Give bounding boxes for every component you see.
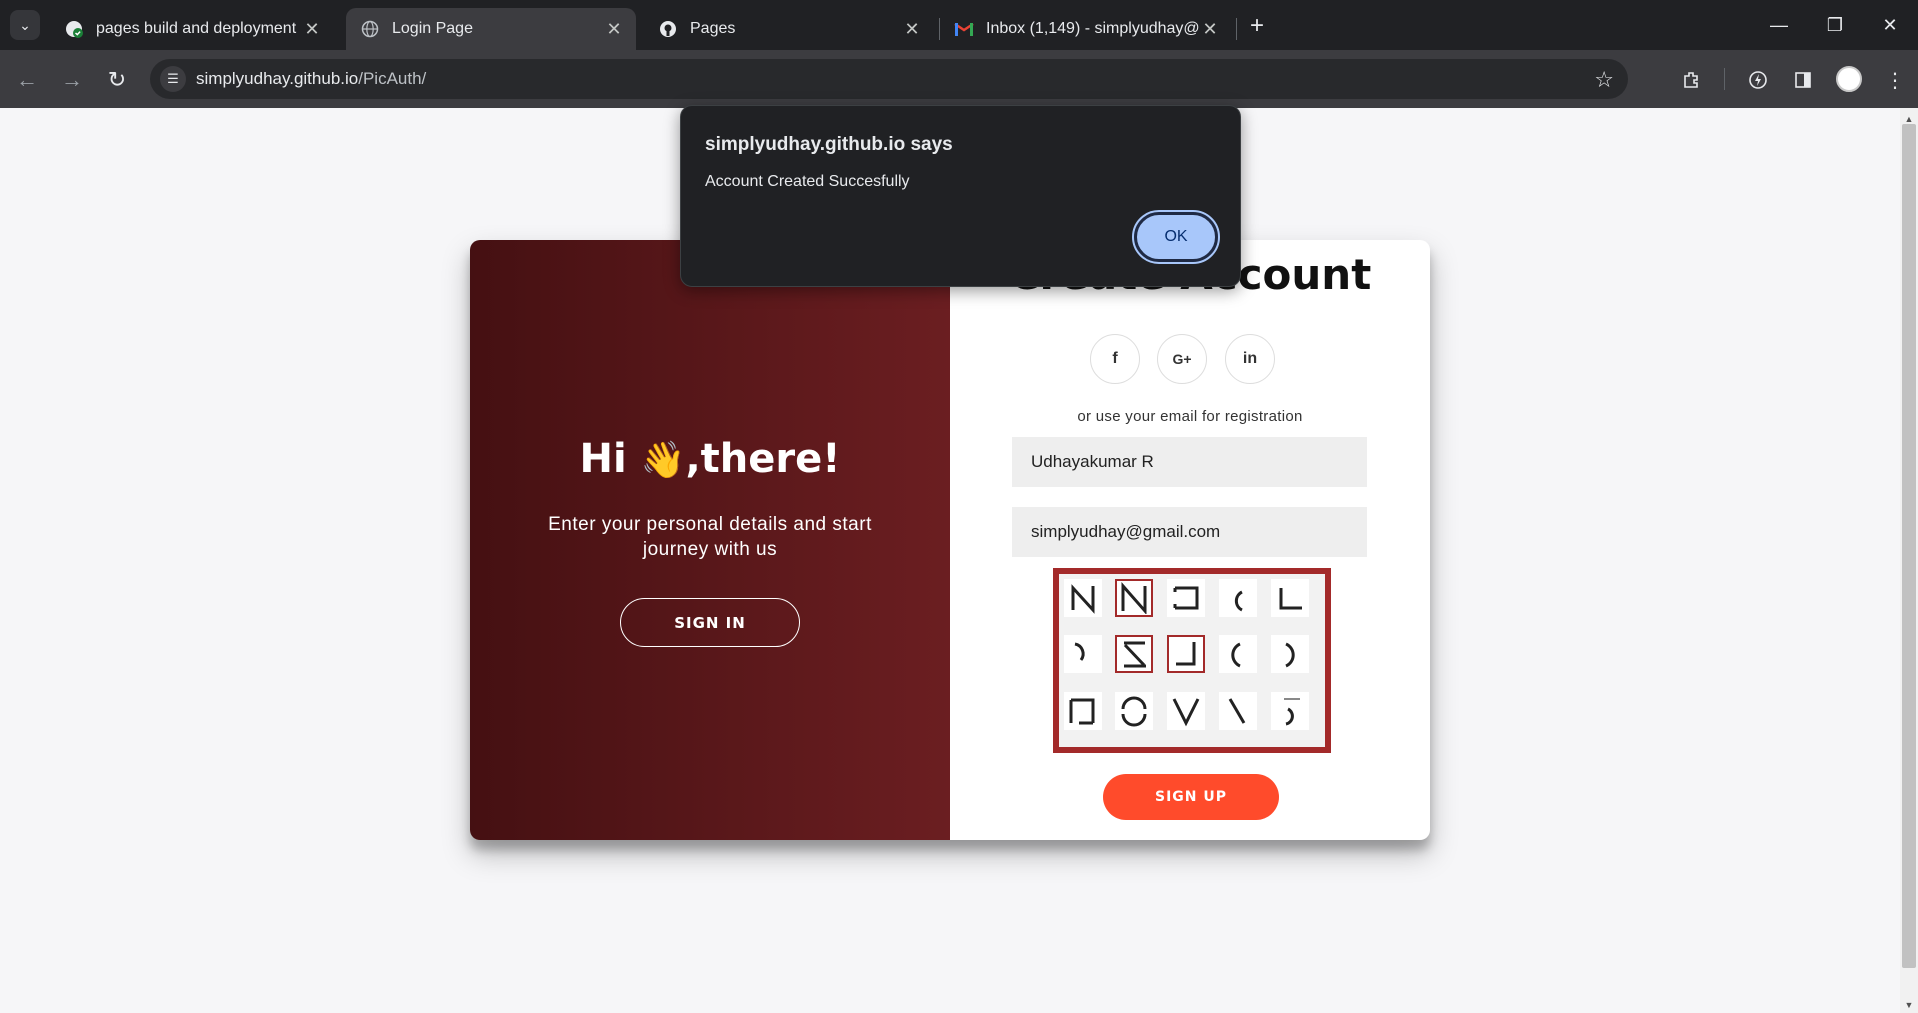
grid-cell-2[interactable] [1115,579,1153,617]
bookmark-star-icon[interactable]: ☆ [1594,67,1614,93]
forward-arrow-icon: → [61,67,83,92]
new-tab-button[interactable]: + [1243,12,1271,40]
menu-kebab-icon[interactable]: ⋮ [1880,65,1910,95]
google-plus-icon: G+ [1172,351,1192,367]
plus-icon: + [1249,12,1264,39]
grid-cell-6[interactable] [1064,635,1102,673]
grid-cell-14[interactable] [1219,692,1257,730]
close-window-button[interactable]: ✕ [1873,10,1907,40]
grid-cell-4[interactable] [1219,579,1257,617]
restore-icon: ❐ [1826,14,1844,35]
reload-button[interactable]: ↻ [102,65,132,95]
grid-cell-10[interactable] [1271,635,1309,673]
chevron-down-icon: ⌄ [19,16,31,33]
gmail-icon [954,19,974,39]
tab-title: Inbox (1,149) - simplyudhay@g [986,20,1200,37]
address-bar[interactable]: ☰ simplyudhay.github.io/PicAuth/ ☆ [150,59,1628,99]
tab-title: Login Page [392,20,473,37]
back-arrow-icon: ← [16,67,38,92]
greeting-heading: Hi 👋,there! [470,436,950,482]
tab-login-page[interactable]: Login Page ✕ [346,8,636,50]
url-host: simplyudhay.github.io [196,69,359,88]
name-field[interactable] [1012,437,1367,487]
minimize-button[interactable]: — [1762,10,1796,40]
side-panel-icon[interactable] [1788,65,1818,95]
close-icon[interactable]: ✕ [902,19,922,40]
github-icon [658,19,678,39]
tab-gmail-inbox[interactable]: Inbox (1,149) - simplyudhay@g ✕ [940,8,1232,50]
minimize-icon: — [1770,14,1788,35]
close-icon[interactable]: ✕ [604,19,624,40]
ok-button[interactable]: OK [1132,210,1220,264]
grid-cell-1[interactable] [1064,579,1102,617]
scroll-up-icon[interactable]: ▲ [1903,114,1915,124]
scrollbar-thumb[interactable] [1902,124,1916,968]
email-field[interactable] [1012,507,1367,557]
tab-title: pages build and deployment · S [96,20,302,37]
facebook-button[interactable]: f [1090,334,1140,384]
greeting-hi: Hi [579,436,627,482]
tab-separator [1236,18,1237,40]
restore-button[interactable]: ❐ [1818,10,1852,40]
grid-cell-12[interactable] [1115,692,1153,730]
auth-card: Hi 👋,there! Enter your personal details … [470,240,1430,840]
welcome-panel: Hi 👋,there! Enter your personal details … [470,240,950,840]
tab-search-button[interactable]: ⌄ [10,10,40,40]
alert-dialog: simplyudhay.github.io says Account Creat… [680,105,1241,287]
linkedin-button[interactable]: in [1225,334,1275,384]
scroll-down-icon[interactable]: ▼ [1903,1000,1915,1010]
dialog-message: Account Created Succesfully [705,173,910,190]
performance-icon[interactable] [1743,65,1773,95]
site-info-button[interactable]: ☰ [160,66,186,92]
url-text[interactable]: simplyudhay.github.io/PicAuth/ [196,69,426,89]
tab-strip: ⌄ pages build and deployment · S ✕ Login… [0,0,1918,50]
sign-in-button[interactable]: SIGN IN [620,598,800,647]
github-check-icon [64,19,84,39]
tab-title: Pages [690,20,736,37]
waving-hand-icon: 👋 [640,440,686,481]
globe-icon [360,19,380,39]
facebook-icon: f [1112,350,1118,367]
reload-icon: ↻ [107,67,127,92]
tab-pages-build[interactable]: pages build and deployment · S ✕ [50,8,334,50]
back-button[interactable]: ← [12,65,42,95]
linkedin-icon: in [1242,350,1258,367]
grid-cell-13[interactable] [1167,692,1205,730]
browser-toolbar: ← → ↻ ☰ simplyudhay.github.io/PicAuth/ ☆… [0,50,1918,108]
google-plus-button[interactable]: G+ [1157,334,1207,384]
grid-cell-3[interactable] [1167,579,1205,617]
extensions-icon[interactable] [1676,65,1706,95]
toolbar-divider [1724,68,1725,90]
grid-cell-15[interactable] [1271,692,1309,730]
dialog-title: simplyudhay.github.io says [705,134,953,155]
close-icon[interactable]: ✕ [1200,19,1220,40]
url-path: /PicAuth/ [358,69,427,88]
greeting-there: ,there! [685,436,841,482]
grid-cell-5[interactable] [1271,579,1309,617]
forward-button[interactable]: → [57,65,87,95]
tune-icon: ☰ [167,71,179,86]
grid-cell-11[interactable] [1064,692,1102,730]
picture-password-grid [1053,568,1331,753]
profile-avatar[interactable] [1836,66,1862,92]
create-account-form: Create Account f G+ in or use your email… [950,240,1430,840]
tab-pages[interactable]: Pages ✕ [644,8,934,50]
grid-cell-7[interactable] [1115,635,1153,673]
grid-cell-8[interactable] [1167,635,1205,673]
sign-up-button[interactable]: SIGN UP [1103,774,1279,820]
welcome-subtext: Enter your personal details and start jo… [548,514,872,560]
close-icon: ✕ [1882,14,1898,35]
close-icon[interactable]: ✕ [302,19,322,40]
registration-hint: or use your email for registration [1077,408,1303,425]
grid-cell-9[interactable] [1219,635,1257,673]
